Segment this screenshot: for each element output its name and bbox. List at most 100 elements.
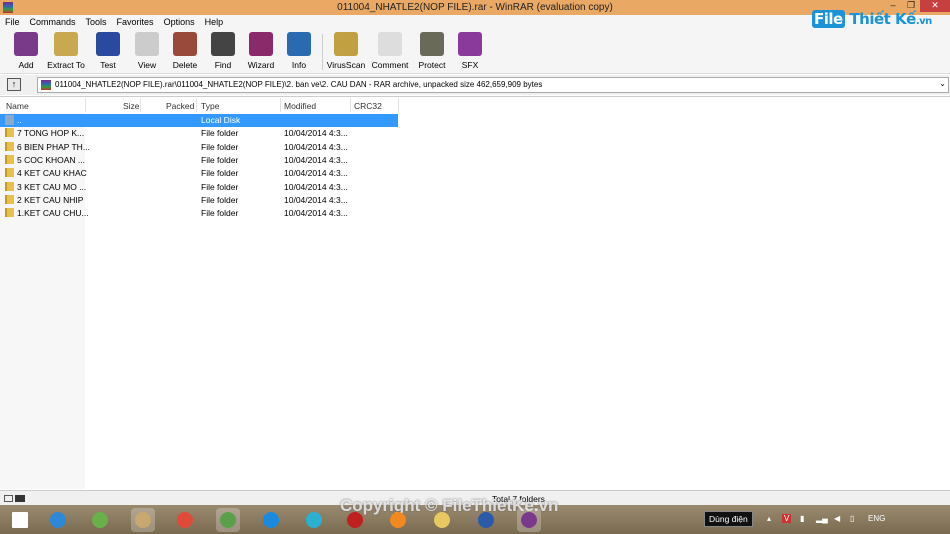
- sfx-icon: [458, 32, 482, 56]
- start-glyph: [12, 512, 28, 528]
- folder-icon: [5, 141, 14, 151]
- battery-icon[interactable]: ▯: [850, 514, 854, 523]
- taskbar-start-icon[interactable]: [8, 508, 32, 532]
- table-row[interactable]: 3 KET CAU MO ... File folder 10/04/2014 4:…: [0, 181, 400, 194]
- row-modified: 10/04/2014 4:3...: [284, 141, 348, 152]
- column-header-type[interactable]: Type: [201, 101, 219, 111]
- tooltip: Dùng điện: [704, 511, 753, 527]
- row-type: File folder: [201, 154, 239, 165]
- taskbar-chrome-icon[interactable]: [173, 508, 197, 532]
- taskbar-winrar-icon[interactable]: [517, 508, 541, 532]
- coccoc-glyph: [220, 512, 236, 528]
- menu-options[interactable]: Options: [159, 15, 200, 30]
- taskbar-picpick-icon[interactable]: [302, 508, 326, 532]
- taskbar-file-explorer-icon[interactable]: [430, 508, 454, 532]
- row-type: File folder: [201, 181, 239, 192]
- row-type: Local Disk: [201, 115, 241, 125]
- table-row[interactable]: 5 COC KHOAN ... File folder 10/04/2014 4:3…: [0, 154, 400, 167]
- column-header-name[interactable]: Name: [6, 101, 29, 111]
- find-binoculars-icon: [211, 32, 235, 56]
- virusscan-icon: [334, 32, 358, 56]
- folder-icon: [5, 194, 14, 204]
- taskbar-zalo-icon[interactable]: [259, 508, 283, 532]
- taskbar-foxit-pdf-icon[interactable]: [386, 508, 410, 532]
- toolbar-sfx-button[interactable]: SFX: [450, 32, 490, 70]
- info-icon: [287, 32, 311, 56]
- tray-app-icon[interactable]: V: [782, 514, 792, 523]
- archive-status-icon: [4, 495, 13, 502]
- menu-file[interactable]: File: [0, 15, 25, 30]
- column-header-packed[interactable]: Packed: [166, 101, 194, 111]
- column-divider[interactable]: [398, 98, 399, 112]
- menu-help[interactable]: Help: [200, 15, 229, 30]
- toolbar-comment-button[interactable]: Comment: [370, 32, 410, 70]
- menu-favorites[interactable]: Favorites: [112, 15, 159, 30]
- folder-icon: [5, 181, 14, 191]
- folder-icon: [5, 154, 14, 164]
- table-row[interactable]: 7 TONG HOP K... File folder 10/04/2014 4:3…: [0, 127, 400, 140]
- toolbar-label: View: [137, 60, 157, 70]
- toolbar-label: Protect: [418, 60, 446, 70]
- toolbar-extract-to-button[interactable]: Extract To: [46, 32, 86, 70]
- column-divider[interactable]: [140, 98, 141, 112]
- toolbar-virusscan-button[interactable]: VirusScan: [326, 32, 366, 70]
- taskbar-internet-explorer-icon[interactable]: [46, 508, 70, 532]
- word-glyph: [478, 512, 494, 528]
- wizard-icon: [249, 32, 273, 56]
- taskbar-utorrent-icon[interactable]: [88, 508, 112, 532]
- address-field[interactable]: 011004_NHATLE2(NOP FILE).rar\011004_NHAT…: [37, 77, 949, 93]
- column-divider[interactable]: [85, 98, 86, 112]
- window-title: 011004_NHATLE2(NOP FILE).rar - WinRAR (e…: [337, 2, 613, 13]
- taskbar-autocad-icon[interactable]: [343, 508, 367, 532]
- column-header-crc32[interactable]: CRC32: [354, 101, 382, 111]
- table-row[interactable]: 6 BIEN PHAP TH... File folder 10/04/2014 4…: [0, 141, 400, 154]
- menu-commands[interactable]: Commands: [25, 15, 81, 30]
- row-type: File folder: [201, 208, 239, 219]
- toolbar-label: Info: [291, 60, 307, 70]
- taskbar-coccoc-icon[interactable]: [216, 508, 240, 532]
- table-row[interactable]: 4 KET CAU KHAC File folder 10/04/2014 4:3.…: [0, 167, 400, 180]
- toolbar-view-button[interactable]: View: [127, 32, 167, 70]
- table-row[interactable]: 1.KET CAU CHU... File folder 10/04/2014 4:…: [0, 207, 400, 220]
- column-header-modified[interactable]: Modified: [284, 101, 316, 111]
- volume-icon[interactable]: ◀: [834, 514, 840, 523]
- address-bar: ↑ 011004_NHATLE2(NOP FILE).rar\011004_NH…: [0, 75, 950, 95]
- toolbar-label: VirusScan: [326, 60, 366, 70]
- menu-tools[interactable]: Tools: [81, 15, 112, 30]
- drive-icon: [5, 115, 14, 125]
- row-type: File folder: [201, 141, 239, 152]
- column-divider[interactable]: [350, 98, 351, 112]
- language-indicator[interactable]: ENG: [868, 514, 885, 523]
- up-folder-button[interactable]: ↑: [7, 78, 21, 91]
- table-row[interactable]: 2 KET CAU NHIP File folder 10/04/2014 4:3.…: [0, 194, 400, 207]
- taskbar-paint-icon[interactable]: [131, 508, 155, 532]
- row-name: 7 TONG HOP K...: [17, 128, 85, 139]
- toolbar-label: Add: [18, 60, 34, 70]
- toolbar-protect-button[interactable]: Protect: [412, 32, 452, 70]
- toolbar-wizard-button[interactable]: Wizard: [241, 32, 281, 70]
- row-name: ..: [17, 115, 22, 125]
- toolbar-add-button[interactable]: Add: [6, 32, 46, 70]
- column-divider[interactable]: [280, 98, 281, 112]
- row-name: 2 KET CAU NHIP: [17, 194, 84, 205]
- taskbar-word-icon[interactable]: [474, 508, 498, 532]
- toolbar-info-button[interactable]: Info: [279, 32, 319, 70]
- chevron-down-icon[interactable]: ⌄: [939, 79, 946, 88]
- delete-icon: [173, 32, 197, 56]
- row-name: 5 COC KHOAN ...: [17, 154, 86, 165]
- signal-icon[interactable]: ▂▄: [816, 514, 828, 523]
- column-header-size[interactable]: Size: [123, 101, 140, 111]
- toolbar-delete-button[interactable]: Delete: [165, 32, 205, 70]
- view-icon: [135, 32, 159, 56]
- file-list[interactable]: Name Size Packed Type Modified CRC32 .. Local …: [0, 96, 950, 489]
- column-divider[interactable]: [196, 98, 197, 112]
- toolbar-find-button[interactable]: Find: [203, 32, 243, 70]
- network-icon[interactable]: ▮: [800, 514, 804, 523]
- toolbar-test-button[interactable]: Test: [88, 32, 128, 70]
- row-name: 6 BIEN PHAP TH...: [17, 141, 90, 152]
- row-type: File folder: [201, 194, 239, 205]
- table-row[interactable]: .. Local Disk: [0, 114, 398, 127]
- comment-icon: [378, 32, 402, 56]
- show-hidden-icons[interactable]: ▴: [767, 514, 771, 523]
- row-type: File folder: [201, 128, 239, 139]
